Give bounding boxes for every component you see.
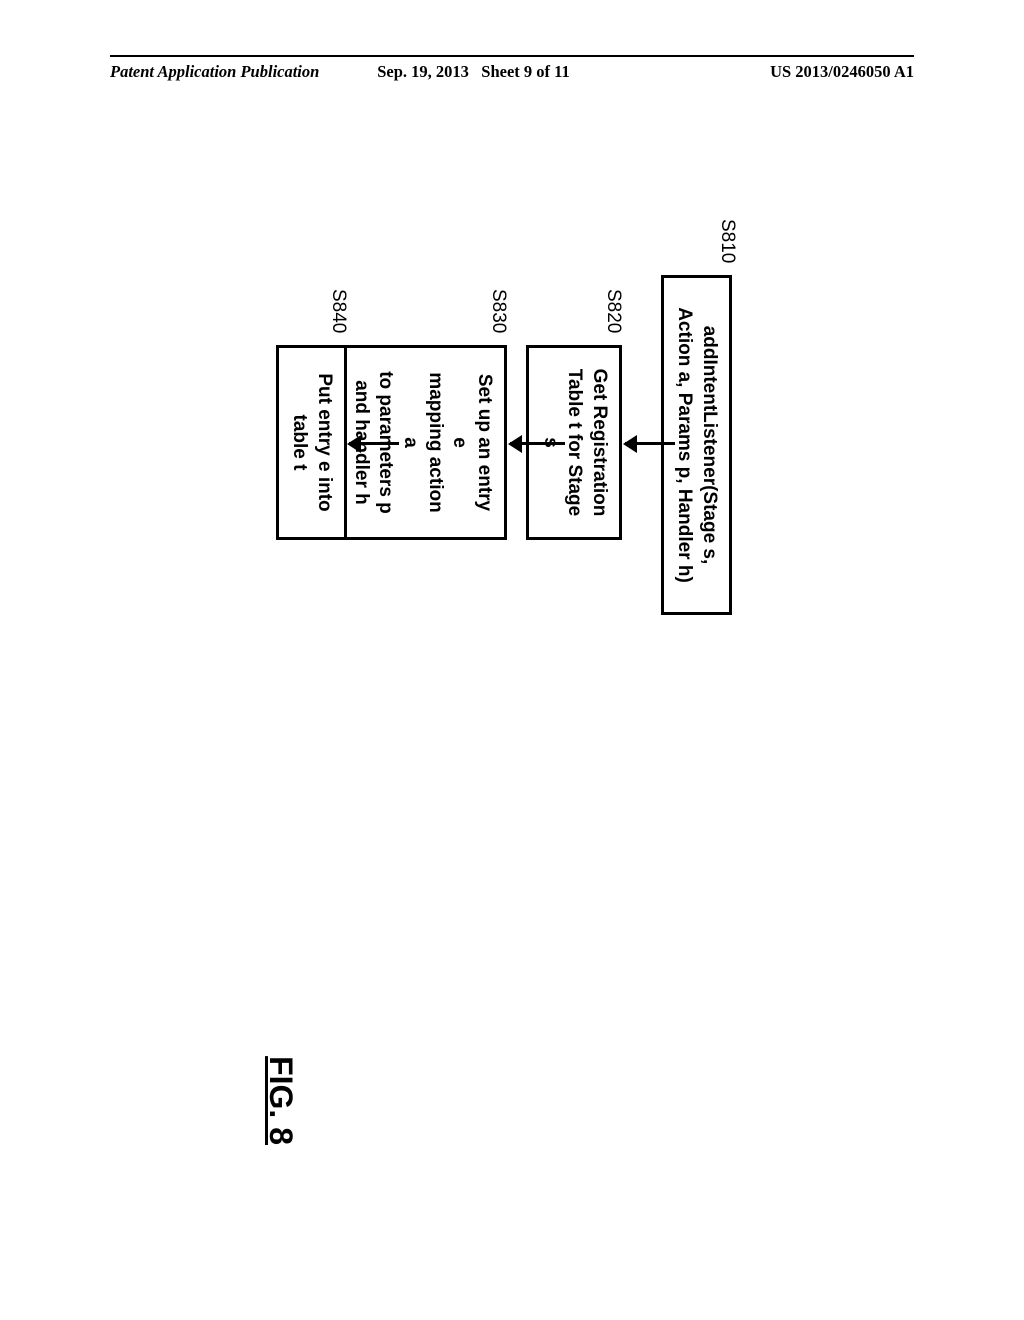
step-box-s840: Put entry e into table t <box>276 345 347 540</box>
content-area: S810 addIntentListener(Stage s, Action a… <box>110 150 914 1240</box>
publication-title: Patent Application Publication <box>110 62 319 82</box>
rotated-figure: S810 addIntentListener(Stage s, Action a… <box>112 175 912 1215</box>
step-label-s810: S810 <box>716 219 738 263</box>
sheet-number: Sheet 9 of 11 <box>481 62 569 81</box>
step-box-s810: addIntentListener(Stage s, Action a, Par… <box>661 275 732 615</box>
header-rule <box>110 55 914 57</box>
step-label-s840: S840 <box>327 289 349 333</box>
step-label-s820: S820 <box>602 289 624 333</box>
step-text-line: Set up an entry e <box>449 374 495 511</box>
figure-caption: FIG. 8 <box>262 1056 299 1145</box>
arrow-icon <box>625 442 675 445</box>
step-text-line: Get Registration <box>589 369 610 517</box>
step-text-line: table t <box>289 415 310 471</box>
step-label-s830: S830 <box>487 289 509 333</box>
arrow-icon <box>510 442 565 445</box>
arrow-icon <box>349 442 399 445</box>
publication-date: Sep. 19, 2013 <box>377 62 469 81</box>
step-text-line: Put entry e into <box>314 373 335 511</box>
page-header: Patent Application Publication Sep. 19, … <box>110 62 914 82</box>
step-text: addIntentListener(Stage s, Action a, Par… <box>674 307 720 583</box>
header-meta: Sep. 19, 2013 Sheet 9 of 11 <box>377 62 570 82</box>
step-text-line: mapping action a <box>400 372 446 512</box>
publication-number: US 2013/0246050 A1 <box>770 62 914 82</box>
